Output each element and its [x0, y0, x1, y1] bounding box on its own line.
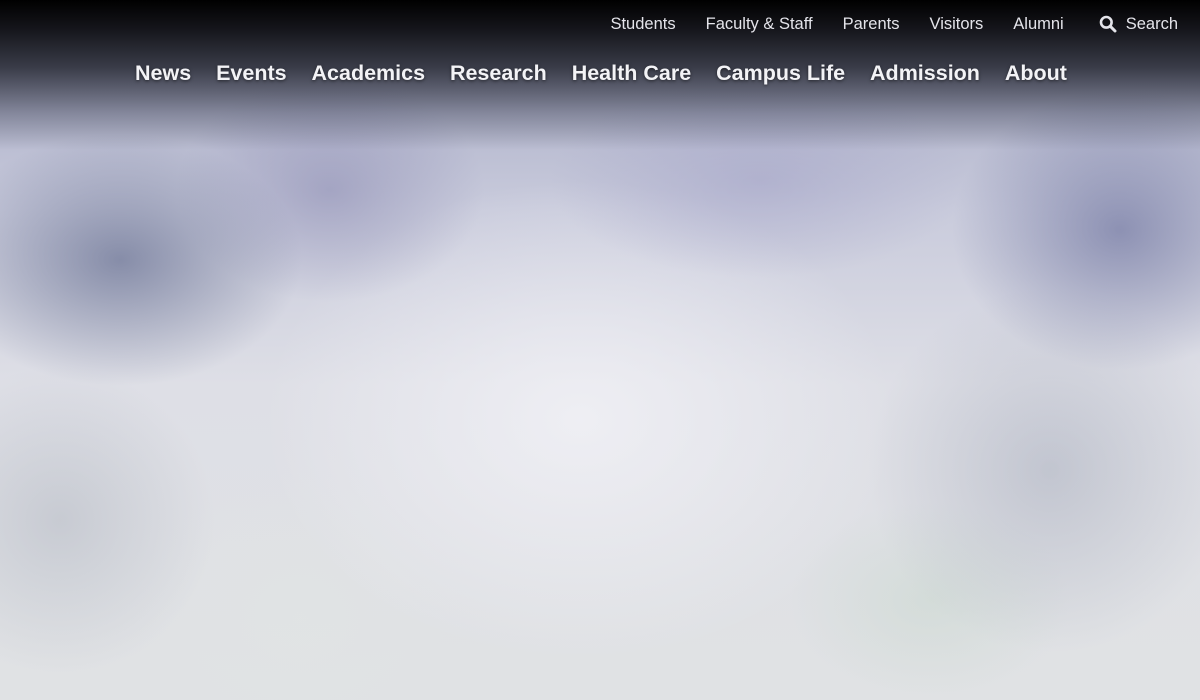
- search-button[interactable]: Search: [1099, 12, 1178, 36]
- main-nav-health-care[interactable]: Health Care: [572, 54, 692, 92]
- utility-nav: Students Faculty & Staff Parents Visitor…: [595, 12, 1178, 36]
- main-nav-events[interactable]: Events: [216, 54, 287, 92]
- main-nav-research[interactable]: Research: [450, 54, 547, 92]
- utility-link-students[interactable]: Students: [595, 12, 690, 36]
- main-nav-campus-life[interactable]: Campus Life: [716, 54, 845, 92]
- main-nav-news[interactable]: News: [135, 54, 191, 92]
- utility-link-faculty-staff[interactable]: Faculty & Staff: [691, 12, 828, 36]
- main-nav-academics[interactable]: Academics: [312, 54, 426, 92]
- utility-link-parents[interactable]: Parents: [828, 12, 915, 36]
- utility-link-visitors[interactable]: Visitors: [914, 12, 998, 36]
- main-nav-about[interactable]: About: [1005, 54, 1067, 92]
- page: Students Faculty & Staff Parents Visitor…: [0, 0, 1200, 700]
- main-nav: News Events Academics Research Health Ca…: [135, 54, 1067, 92]
- search-label: Search: [1125, 15, 1178, 33]
- main-nav-admission[interactable]: Admission: [870, 54, 980, 92]
- utility-link-alumni[interactable]: Alumni: [998, 12, 1078, 36]
- search-icon: [1099, 15, 1117, 33]
